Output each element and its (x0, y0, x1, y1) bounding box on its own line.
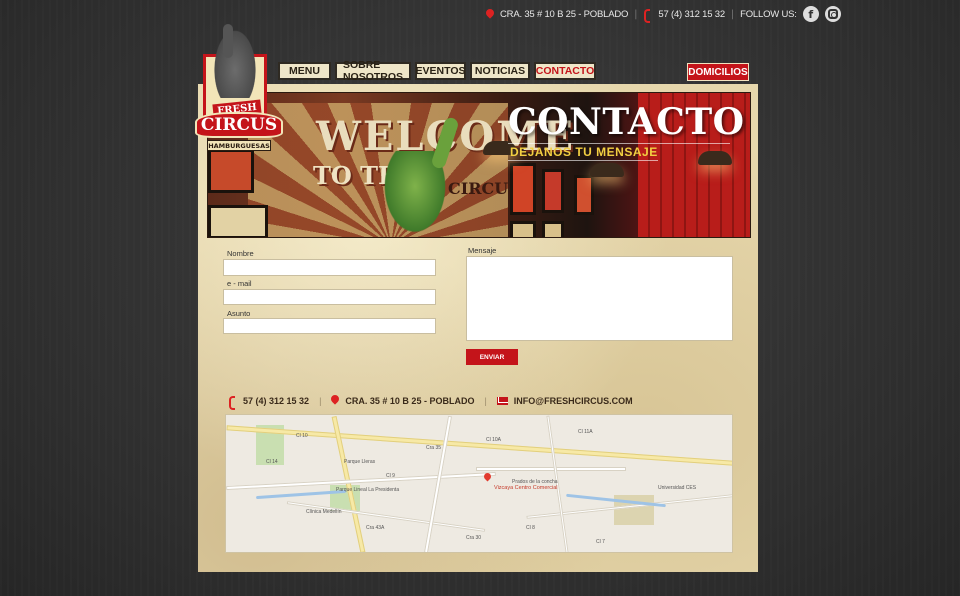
lamp-icon (590, 163, 624, 177)
map-place: Universidad CES (658, 485, 697, 491)
location-map[interactable]: Parque Lleras Parque Lineal La President… (225, 414, 733, 553)
contact-banner: WELCOME TO THE CIRCUS CONTACTO DEJANOS T… (207, 92, 751, 238)
main-nav: MENU SOBRE NOSOTROS EVENTOS NOTICIAS CON… (278, 59, 596, 83)
email-label: e - mail (227, 279, 252, 288)
divider: | (484, 395, 487, 406)
facebook-icon[interactable]: f (802, 6, 819, 22)
map-road (286, 501, 486, 532)
email-input[interactable] (223, 289, 436, 305)
wall-circus-text: CIRCUS (448, 179, 520, 198)
contact-phone: 57 (4) 312 15 32 (243, 395, 310, 406)
fresh-circus-logo[interactable]: FRESH CIRCUS HAMBURGUESAS (193, 24, 285, 154)
map-street: Cra 43A (366, 525, 385, 531)
map-street: Cl 7 (596, 539, 605, 545)
wall-poster (510, 163, 536, 215)
contact-address: CRA. 35 # 10 B 25 - POBLADO (345, 395, 475, 406)
lamp-icon (698, 151, 732, 165)
map-marker-icon[interactable] (484, 473, 491, 483)
map-street: Cl 11A (578, 429, 593, 435)
map-street: Cra 35 (426, 445, 442, 451)
title-rule (508, 143, 730, 144)
nav-menu[interactable]: MENU (278, 62, 331, 80)
wall-poster (542, 169, 564, 213)
nav-eventos[interactable]: EVENTOS (415, 62, 466, 80)
wall-poster (574, 175, 594, 215)
domicilios-button[interactable]: DOMICILIOS (687, 63, 749, 81)
page-subtitle: DEJANOS TU MENSAJE (510, 145, 658, 159)
map-street: Cl 14 (266, 459, 278, 465)
top-address: CRA. 35 # 10 B 25 - POBLADO (500, 8, 629, 20)
divider: | (730, 8, 735, 20)
mensaje-label: Mensaje (468, 246, 497, 255)
map-street: Cl 10 (296, 433, 308, 439)
location-pin-icon (331, 395, 339, 406)
subtitle-rule (508, 160, 658, 161)
map-road (226, 425, 732, 466)
nav-sobre-nosotros[interactable]: SOBRE NOSOTROS (335, 59, 411, 83)
elephant-icon (213, 28, 257, 98)
top-phone: 57 (4) 312 15 32 (658, 8, 725, 20)
map-place: Parque Lineal La Presidenta (336, 487, 400, 493)
map-place: Parque Lleras (344, 459, 376, 465)
instagram-icon[interactable] (824, 6, 841, 22)
map-street: Cl 10A (486, 437, 502, 443)
logo-circus: CIRCUS (195, 112, 283, 138)
logo-hamburguesas: HAMBURGUESAS (207, 140, 271, 151)
nav-contacto[interactable]: CONTACTO (534, 62, 596, 80)
map-place: Clínica Medellín (306, 509, 342, 515)
nav-noticias[interactable]: NOTICIAS (470, 62, 530, 80)
mensaje-textarea[interactable] (466, 256, 733, 341)
asunto-label: Asunto (227, 309, 251, 318)
divider: | (319, 395, 322, 406)
nombre-input[interactable] (223, 259, 436, 276)
wall-poster (510, 221, 536, 237)
location-pin-icon (486, 9, 494, 20)
mail-icon (496, 396, 508, 405)
enviar-button[interactable]: ENVIAR (466, 349, 518, 365)
top-contact-bar: CRA. 35 # 10 B 25 - POBLADO | 57 (4) 312… (486, 5, 841, 23)
wall-poster (542, 221, 564, 237)
page-title: CONTACTO (508, 101, 745, 143)
divider: | (634, 8, 638, 20)
phone-icon (228, 395, 237, 410)
contact-info-row: 57 (4) 312 15 32 | CRA. 35 # 10 B 25 - P… (228, 395, 633, 410)
phone-icon (643, 9, 652, 23)
map-road (423, 415, 453, 552)
map-street: Cra 30 (466, 535, 482, 541)
nombre-label: Nombre (227, 249, 254, 258)
wall-poster (208, 149, 254, 193)
contact-email[interactable]: INFO@FRESHCIRCUS.COM (514, 396, 633, 406)
follow-us-label: FOLLOW US: (740, 8, 797, 20)
map-street: Cl 9 (386, 473, 395, 479)
map-road (476, 467, 626, 471)
elephant-trunk (223, 24, 233, 58)
map-street: Cl 8 (526, 525, 535, 531)
asunto-input[interactable] (223, 318, 436, 334)
map-marker-label: Vizcaya Centro Comercial (494, 485, 558, 491)
wall-poster (208, 205, 268, 237)
